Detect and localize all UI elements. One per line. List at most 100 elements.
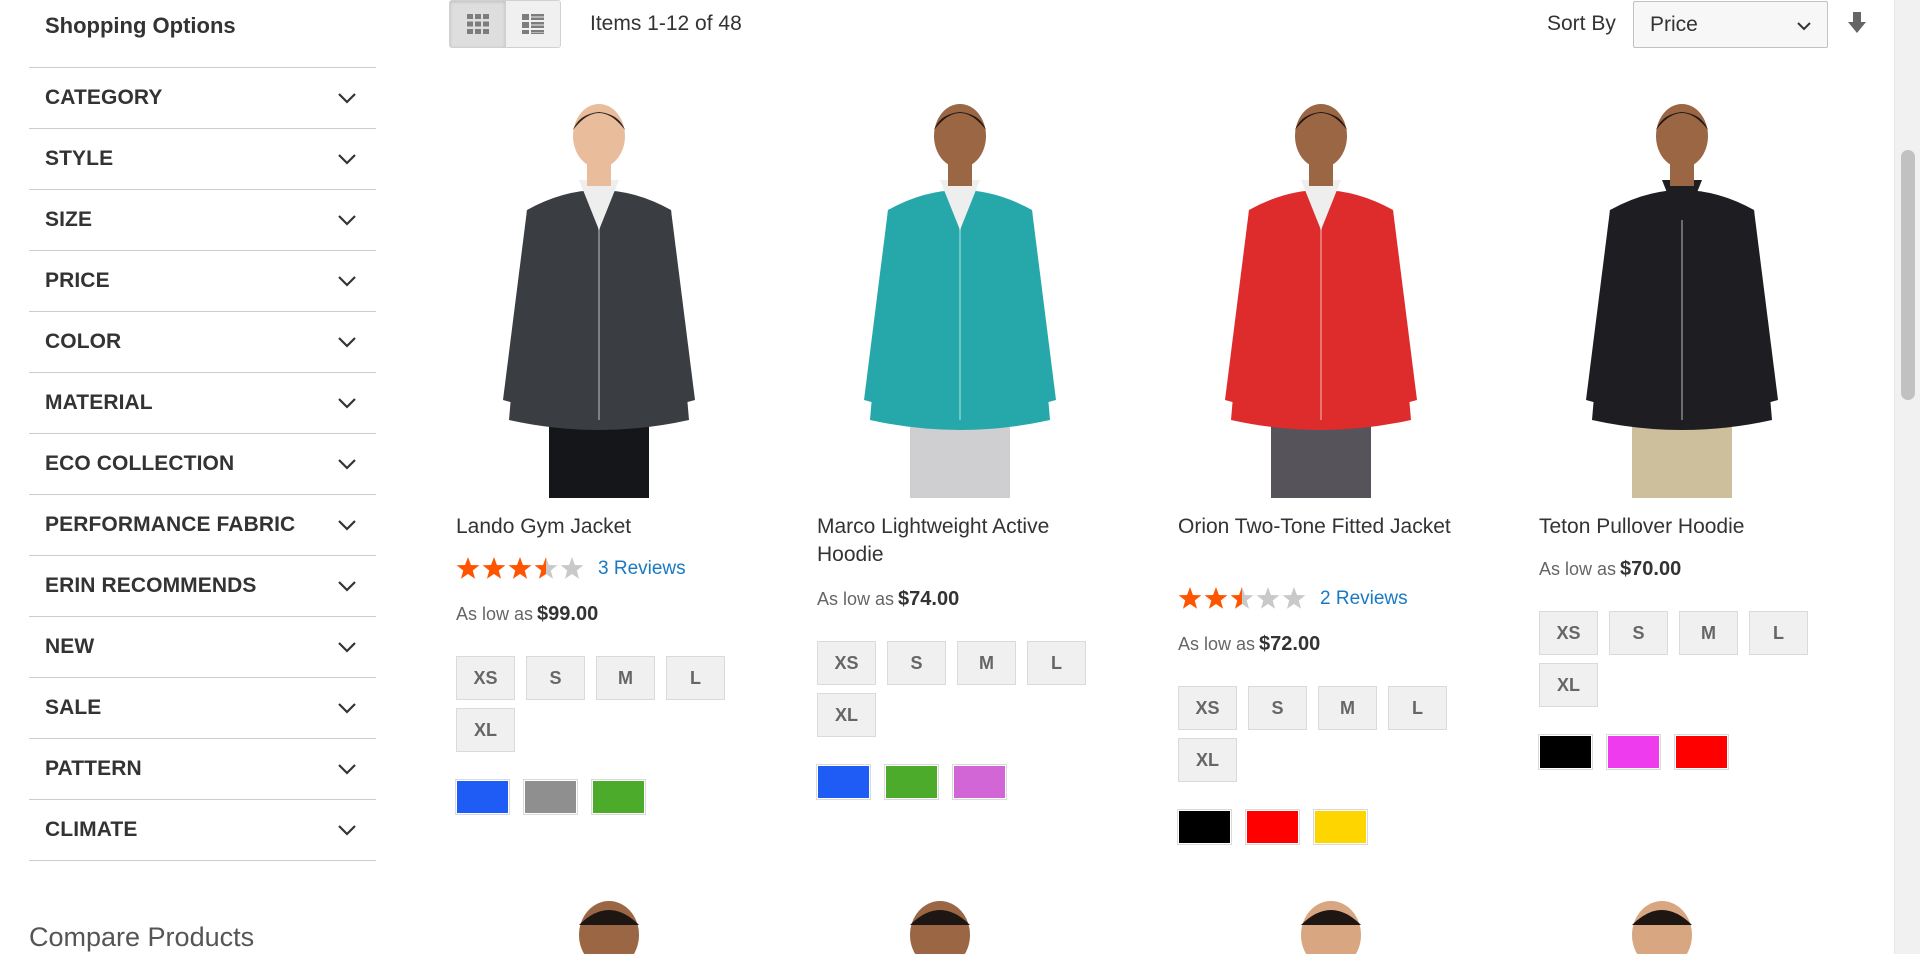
color-swatch[interactable] [591, 779, 646, 815]
star-icon [1230, 587, 1254, 609]
size-option-m[interactable]: M [1679, 611, 1738, 655]
price-label: As low as [456, 604, 534, 624]
size-option-xl[interactable]: XL [1178, 738, 1237, 782]
filter-label: PRICE [45, 269, 110, 292]
price-box: As low as $74.00 [817, 588, 959, 611]
reviews-link[interactable]: 2 Reviews [1320, 588, 1408, 610]
chevron-down-icon [338, 337, 356, 348]
color-swatch[interactable] [884, 764, 939, 800]
arrow-down-icon[interactable] [1846, 10, 1868, 36]
filter-pattern[interactable]: PATTERN [29, 739, 376, 800]
size-options: XS S M L XL [817, 641, 1117, 737]
size-option-m[interactable]: M [1318, 686, 1377, 730]
color-swatch[interactable] [1538, 734, 1593, 770]
star-icon [1204, 587, 1228, 609]
filter-sale[interactable]: SALE [29, 678, 376, 739]
star-icon [1282, 587, 1306, 609]
color-swatch[interactable] [952, 764, 1007, 800]
color-options [1177, 809, 1368, 845]
size-option-l[interactable]: L [1388, 686, 1447, 730]
star-icon [1256, 587, 1280, 609]
color-swatch[interactable] [523, 779, 578, 815]
star-icon [456, 557, 480, 579]
product-name-link[interactable]: Teton Pullover Hoodie [1539, 513, 1819, 541]
color-options [455, 779, 646, 815]
grid-view-button[interactable] [450, 1, 505, 47]
filter-color[interactable]: COLOR [29, 312, 376, 373]
size-option-s[interactable]: S [1248, 686, 1307, 730]
filter-performance-fabric[interactable]: PERFORMANCE FABRIC [29, 495, 376, 556]
filter-material[interactable]: MATERIAL [29, 373, 376, 434]
size-option-m[interactable]: M [596, 656, 655, 700]
filter-category[interactable]: CATEGORY [29, 68, 376, 129]
filter-list: CATEGORY STYLE SIZE PRICE COLOR MATERIAL ECO C… [29, 68, 376, 861]
chevron-down-icon [338, 642, 356, 653]
color-swatch[interactable] [1606, 734, 1661, 770]
filter-climate[interactable]: CLIMATE [29, 800, 376, 861]
filter-label: STYLE [45, 147, 114, 170]
color-swatch[interactable] [816, 764, 871, 800]
product-image[interactable] [449, 100, 749, 498]
size-option-xl[interactable]: XL [817, 693, 876, 737]
chevron-down-icon [1797, 22, 1811, 31]
size-options: XS S M L XL [1178, 686, 1478, 782]
size-option-m[interactable]: M [957, 641, 1016, 685]
sort-by-select[interactable]: Price [1633, 1, 1828, 48]
filter-label: PERFORMANCE FABRIC [45, 513, 296, 536]
product-image[interactable] [810, 100, 1110, 498]
products-toolbar: Items 1-12 of 48 Sort By Price [449, 0, 1920, 60]
filter-label: ECO COLLECTION [45, 452, 235, 475]
reviews-link[interactable]: 3 Reviews [598, 558, 686, 580]
filter-label: MATERIAL [45, 391, 153, 414]
product-image[interactable] [810, 895, 1110, 954]
star-icon [534, 557, 558, 579]
filter-label: PATTERN [45, 757, 142, 780]
product-name-link[interactable]: Lando Gym Jacket [456, 513, 736, 541]
color-swatch[interactable] [1313, 809, 1368, 845]
product-image[interactable] [1532, 100, 1832, 498]
chevron-down-icon [338, 764, 356, 775]
color-swatch[interactable] [455, 779, 510, 815]
product-image[interactable] [1532, 895, 1832, 954]
page-scrollbar[interactable] [1894, 0, 1920, 954]
product-image[interactable] [1171, 895, 1471, 954]
list-view-button[interactable] [505, 1, 560, 47]
product-image[interactable] [1171, 100, 1471, 498]
filter-style[interactable]: STYLE [29, 129, 376, 190]
color-swatch[interactable] [1674, 734, 1729, 770]
filter-erin-recommends[interactable]: ERIN RECOMMENDS [29, 556, 376, 617]
product-rating: 2 Reviews [1178, 587, 1408, 611]
size-option-l[interactable]: L [666, 656, 725, 700]
grid-icon [466, 14, 489, 34]
size-option-xl[interactable]: XL [456, 708, 515, 752]
size-option-l[interactable]: L [1749, 611, 1808, 655]
filter-size[interactable]: SIZE [29, 190, 376, 251]
star-icon [508, 557, 532, 579]
size-option-s[interactable]: S [1609, 611, 1668, 655]
size-option-l[interactable]: L [1027, 641, 1086, 685]
size-option-xs[interactable]: XS [456, 656, 515, 700]
chevron-down-icon [338, 154, 356, 165]
size-option-xs[interactable]: XS [1539, 611, 1598, 655]
size-option-xs[interactable]: XS [1178, 686, 1237, 730]
filter-price[interactable]: PRICE [29, 251, 376, 312]
filter-eco-collection[interactable]: ECO COLLECTION [29, 434, 376, 495]
chevron-down-icon [338, 703, 356, 714]
size-option-s[interactable]: S [887, 641, 946, 685]
size-option-xl[interactable]: XL [1539, 663, 1598, 707]
filter-label: SIZE [45, 208, 93, 231]
scrollbar-thumb[interactable] [1901, 150, 1915, 400]
chevron-down-icon [338, 215, 356, 226]
color-swatch[interactable] [1177, 809, 1232, 845]
filter-label: SALE [45, 696, 102, 719]
chevron-down-icon [338, 276, 356, 287]
view-mode-switcher [449, 0, 561, 48]
color-swatch[interactable] [1245, 809, 1300, 845]
product-name-link[interactable]: Orion Two-Tone Fitted Jacket [1178, 513, 1458, 541]
product-image[interactable] [449, 895, 749, 954]
size-option-xs[interactable]: XS [817, 641, 876, 685]
filter-label: COLOR [45, 330, 122, 353]
size-option-s[interactable]: S [526, 656, 585, 700]
product-name-link[interactable]: Marco Lightweight Active Hoodie [817, 513, 1097, 569]
filter-new[interactable]: NEW [29, 617, 376, 678]
